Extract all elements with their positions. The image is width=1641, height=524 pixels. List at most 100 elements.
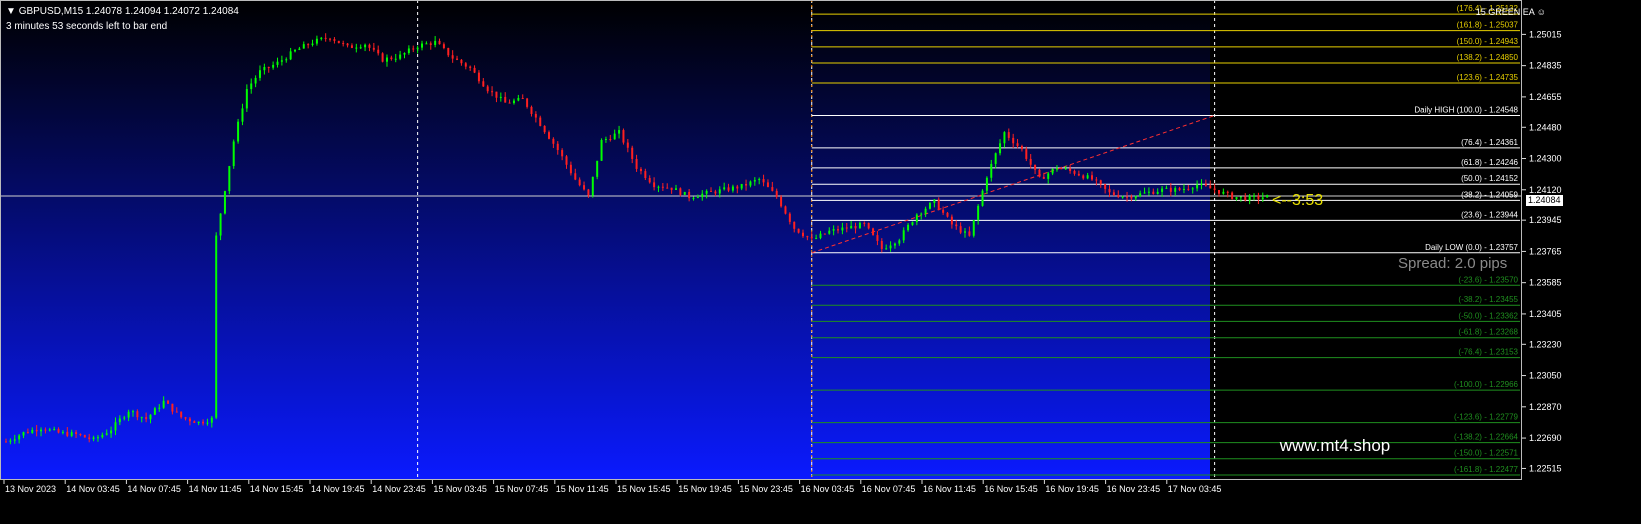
candle-body (552, 138, 555, 144)
candle-body (1143, 192, 1146, 194)
candle-body (561, 150, 564, 157)
candle-body (188, 418, 191, 422)
candle-body (1121, 196, 1124, 198)
fib-label: (-76.4) - 1.23153 (1458, 348, 1518, 357)
candle-body (841, 227, 844, 231)
fib-label: (61.8) - 1.24246 (1461, 158, 1518, 167)
candle-body (285, 59, 288, 61)
candle-body (1020, 146, 1023, 150)
candle-body (250, 83, 253, 90)
candle-body (1169, 187, 1172, 192)
candle-body (924, 208, 927, 214)
candle-body (670, 187, 673, 190)
fib-label: (38.2) - 1.24059 (1461, 190, 1518, 199)
candle-body (780, 196, 783, 207)
candle-body (416, 47, 419, 50)
candle-body (508, 102, 511, 104)
x-tick-label: 14 Nov 11:45 (189, 484, 242, 494)
x-tick-label: 16 Nov 11:45 (923, 484, 976, 494)
candle-body (731, 186, 734, 191)
candle-body (145, 417, 148, 420)
dropdown-arrow-icon[interactable]: ▼ (6, 6, 16, 17)
fib-label: (-123.6) - 1.22779 (1454, 413, 1519, 422)
candle-body (324, 37, 327, 39)
candle-body (355, 47, 358, 49)
candle-body (793, 221, 796, 229)
candle-body (1104, 184, 1107, 189)
candle-body (1086, 175, 1089, 179)
candle-body (872, 228, 875, 236)
fib-label: (76.4) - 1.24361 (1461, 138, 1518, 147)
ea-label-text: 15 GREEN EA (1475, 7, 1535, 17)
candle-body (1187, 188, 1190, 190)
candle-body (648, 178, 651, 183)
fib-label: (138.2) - 1.24850 (1457, 53, 1519, 62)
candle-body (215, 235, 218, 418)
x-tick-label: 15 Nov 11:45 (556, 484, 609, 494)
candle-body (302, 44, 305, 49)
candle-body (158, 407, 161, 409)
candle-body (548, 132, 551, 139)
candle-body (320, 37, 323, 39)
candle-body (110, 430, 113, 434)
candle-body (850, 226, 853, 229)
candle-body (22, 432, 25, 436)
candle-body (740, 183, 743, 189)
candle-body (61, 431, 64, 433)
candle-body (486, 86, 489, 92)
x-tick-label: 16 Nov 03:45 (801, 484, 855, 494)
candle-body (911, 222, 914, 225)
candle-body (1231, 192, 1234, 199)
future-area (1210, 0, 1522, 480)
candle-body (876, 235, 879, 241)
candle-body (223, 191, 226, 214)
fib-label: (-100.0) - 1.22966 (1454, 380, 1519, 389)
candle-body (604, 139, 607, 141)
candle-body (456, 58, 459, 60)
candle-body (66, 431, 69, 436)
y-tick-label: 1.23945 (1529, 215, 1562, 225)
candle-body (977, 205, 980, 221)
candle-body (491, 91, 494, 93)
candle-body (83, 435, 86, 438)
candle-body (272, 64, 275, 68)
candle-body (797, 228, 800, 233)
chart-area[interactable]: (176.4) - 1.25132 (161.8) - 1.25037 (150.0… (0, 0, 1641, 524)
candle-body (202, 421, 205, 424)
candle-body (495, 91, 498, 98)
candle-body (1082, 175, 1085, 179)
candle-body (889, 245, 892, 249)
candle-body (1060, 168, 1063, 170)
candle-body (635, 158, 638, 169)
candle-body (438, 40, 441, 45)
candle-body (350, 45, 353, 48)
candle-body (863, 222, 866, 224)
candle-body (1038, 169, 1041, 177)
candle-body (75, 432, 78, 435)
candle-body (815, 237, 818, 239)
candle-body (79, 434, 82, 436)
candle-body (1213, 188, 1216, 190)
candle-body (674, 188, 677, 190)
candle-body (364, 44, 367, 48)
candle-body (329, 38, 332, 40)
candle-body (228, 166, 231, 192)
candle-body (666, 187, 669, 189)
candle-body (289, 51, 292, 60)
y-tick-label: 1.23765 (1529, 246, 1562, 256)
candle-body (990, 163, 993, 178)
candle-body (692, 197, 695, 199)
fib-label: Daily HIGH (100.0) - 1.24548 (1414, 105, 1518, 114)
candle-body (140, 417, 143, 419)
candle-body (447, 47, 450, 56)
candle-body (1156, 191, 1159, 194)
candle-body (1204, 183, 1207, 186)
candle-body (937, 199, 940, 210)
fib-label: Daily LOW (0.0) - 1.23757 (1425, 243, 1518, 252)
candle-body (315, 38, 318, 44)
candle-body (53, 429, 56, 431)
candle-body (832, 229, 835, 231)
x-tick-label: 17 Nov 03:45 (1168, 484, 1222, 494)
candle-body (394, 58, 397, 60)
candle-body (1235, 197, 1238, 199)
